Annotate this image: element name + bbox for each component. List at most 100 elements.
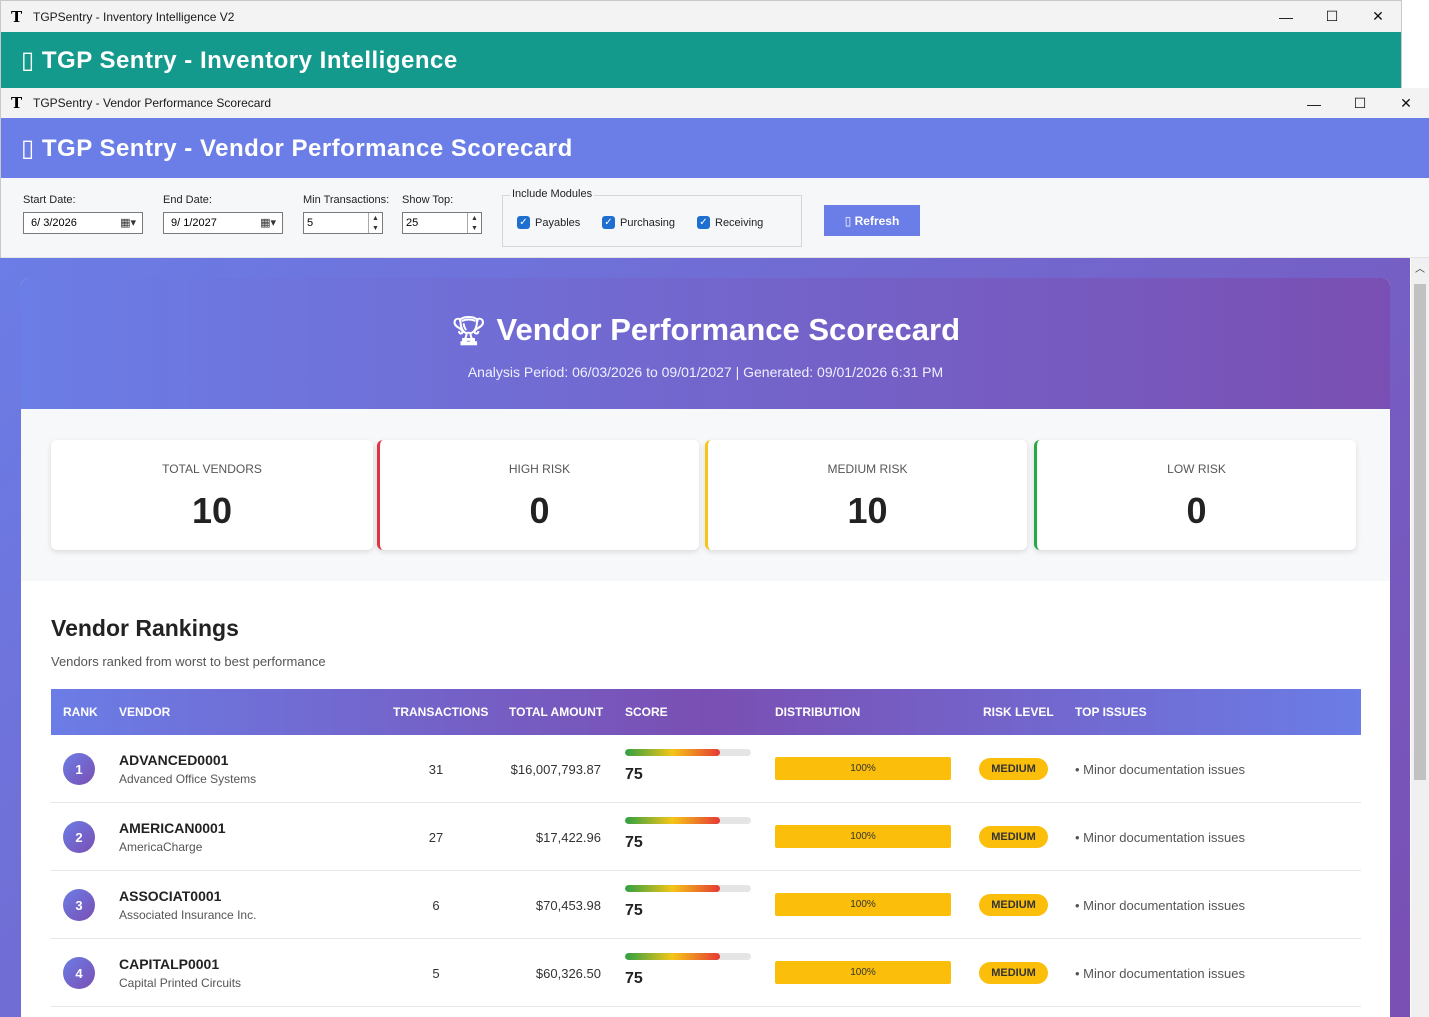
back-maximize-button[interactable]: ☐	[1309, 1, 1355, 32]
minimize-button[interactable]: —	[1291, 88, 1337, 119]
front-titlebar[interactable]: T TGPSentry - Vendor Performance Scoreca…	[1, 88, 1429, 118]
end-date-label: End Date:	[163, 194, 212, 206]
start-date-group: Start Date: 6/ 3/2026 ▦▾	[23, 194, 143, 234]
back-header-title: ▯ TGP Sentry - Inventory Intelligence	[21, 47, 458, 74]
stat-value: 0	[1186, 490, 1207, 531]
total-amount-value: $17,422.96	[535, 830, 601, 845]
show-top-input[interactable]: 25 ▲ ▼	[402, 212, 482, 234]
rankings-subtitle: Vendors ranked from worst to best perfor…	[51, 654, 326, 669]
vendor-rankings-section: Vendor Rankings Vendors ranked from wors…	[21, 581, 1390, 1007]
vertical-scrollbar[interactable]: ︿	[1411, 258, 1429, 1017]
score-value: 75	[625, 834, 643, 851]
risk-level-badge: MEDIUM	[979, 962, 1048, 984]
spinner-arrows-icon[interactable]: ▲ ▼	[368, 213, 382, 233]
stat-low-risk: Low Risk 0	[1034, 440, 1356, 550]
include-modules-group: Include Modules ✓ Payables ✓ Purchasing …	[502, 188, 802, 247]
maximize-button[interactable]: ☐	[1337, 88, 1383, 119]
back-header-banner: ▯ TGP Sentry - Inventory Intelligence	[1, 32, 1401, 89]
total-amount-value: $16,007,793.87	[510, 762, 601, 777]
score-cell: 75	[625, 749, 751, 784]
app-logo-icon: T	[11, 7, 23, 26]
score-value: 75	[625, 902, 643, 919]
stat-label: Total Vendors	[162, 462, 262, 476]
total-amount-value: $60,326.50	[535, 966, 601, 981]
vendor-name: Associated Insurance Inc.	[119, 908, 257, 922]
top-issue: • Minor documentation issues	[1075, 966, 1246, 981]
vendor-name: AmericaCharge	[119, 840, 203, 854]
col-transactions: Transactions	[393, 705, 489, 719]
back-titlebar[interactable]: T TGPSentry - Inventory Intelligence V2 …	[1, 1, 1401, 32]
vendor-name: Capital Printed Circuits	[119, 976, 242, 990]
min-transactions-input[interactable]: 5 ▲ ▼	[303, 212, 383, 234]
show-top-value: 25	[406, 217, 419, 229]
min-transactions-value: 5	[307, 217, 314, 229]
min-transactions-group: Min Transactions: 5 ▲ ▼	[303, 194, 389, 234]
purchasing-checkbox[interactable]: ✓ Purchasing	[602, 216, 675, 229]
risk-level-badge: MEDIUM	[979, 758, 1048, 780]
refresh-button[interactable]: ▯ Refresh	[824, 205, 920, 236]
table-row[interactable]: 3 ASSOCIAT0001 Associated Insurance Inc. 6 $…	[51, 871, 1361, 939]
calendar-dropdown-icon[interactable]: ▦▾	[260, 216, 276, 229]
receiving-label: Receiving	[715, 216, 764, 229]
summary-stats: Total Vendors 10 High Risk 0 Medium Risk…	[21, 409, 1390, 581]
score-bar-fill	[625, 817, 720, 824]
start-date-label: Start Date:	[23, 194, 76, 206]
score-bar-fill	[625, 953, 720, 960]
back-close-button[interactable]: ✕	[1355, 1, 1401, 32]
receiving-checkbox[interactable]: ✓ Receiving	[697, 216, 763, 229]
stat-value: 10	[847, 490, 888, 531]
table-row[interactable]: 1 ADVANCED0001 Advanced Office Systems 31 $1…	[51, 735, 1361, 803]
col-vendor: Vendor	[119, 705, 171, 719]
score-cell: 75	[625, 885, 751, 920]
app-logo-icon: T	[11, 94, 23, 112]
distribution-bar: 100%	[775, 757, 951, 780]
rank-badge: 2	[63, 821, 95, 853]
scrollbar-thumb[interactable]	[1414, 284, 1426, 780]
scroll-up-icon[interactable]: ︿	[1411, 258, 1429, 276]
report-hero: 🏆︎ Vendor Performance Scorecard Analysis…	[21, 278, 1390, 409]
end-date-picker[interactable]: 9/ 1/2027 ▦▾	[163, 212, 283, 234]
col-total-amount: Total Amount	[509, 705, 604, 719]
col-rank: Rank	[63, 705, 98, 719]
trophy-icon: 🏆︎	[450, 314, 487, 346]
top-issue: • Minor documentation issues	[1075, 898, 1246, 913]
col-top-issues: Top Issues	[1075, 705, 1147, 719]
rank-badge: 1	[63, 753, 95, 785]
distribution-bar: 100%	[775, 961, 951, 984]
table-row[interactable]: 2 AMERICAN0001 AmericaCharge 27 $17,422.96 75…	[51, 803, 1361, 871]
stat-high-risk: High Risk 0	[377, 440, 699, 550]
rankings-table: Rank Vendor Transactions Total Amount Sc…	[51, 689, 1361, 1007]
rank-badge: 4	[63, 957, 95, 989]
rankings-title: Vendor Rankings	[51, 615, 239, 641]
stat-value: 0	[529, 490, 550, 531]
table-body: 1 ADVANCED0001 Advanced Office Systems 31 $1…	[51, 735, 1361, 1007]
score-cell: 75	[625, 953, 751, 988]
back-window-title: TGPSentry - Inventory Intelligence V2	[33, 9, 235, 24]
risk-level-badge: MEDIUM	[979, 894, 1048, 916]
total-amount-value: $70,453.98	[535, 898, 601, 913]
show-top-label: Show Top:	[402, 194, 454, 206]
report-subtitle: Analysis Period: 06/03/2026 to 09/01/202…	[467, 364, 944, 380]
transactions-value: 6	[432, 898, 440, 913]
include-modules-label: Include Modules	[510, 188, 595, 200]
close-button[interactable]: ✕	[1383, 88, 1429, 119]
vendor-name: Advanced Office Systems	[119, 772, 257, 786]
back-minimize-button[interactable]: —	[1263, 1, 1309, 32]
start-date-picker[interactable]: 6/ 3/2026 ▦▾	[23, 212, 143, 234]
transactions-value: 27	[428, 830, 444, 845]
payables-checkbox[interactable]: ✓ Payables	[517, 216, 580, 229]
distribution-bar: 100%	[775, 825, 951, 848]
stat-medium-risk: Medium Risk 10	[705, 440, 1027, 550]
payables-label: Payables	[535, 216, 581, 229]
rank-badge: 3	[63, 889, 95, 921]
spinner-arrows-icon[interactable]: ▲ ▼	[467, 213, 481, 233]
table-row[interactable]: 4 CAPITALP0001 Capital Printed Circuits 5 $6…	[51, 939, 1361, 1007]
risk-level-badge: MEDIUM	[979, 826, 1048, 848]
min-transactions-label: Min Transactions:	[303, 194, 390, 206]
stat-label: High Risk	[508, 462, 571, 476]
calendar-dropdown-icon[interactable]: ▦▾	[120, 216, 136, 229]
front-header-title: ▯ TGP Sentry - Vendor Performance Scorec…	[21, 134, 573, 162]
report-viewer[interactable]: 🏆︎ Vendor Performance Scorecard Analysis…	[0, 258, 1410, 1017]
transactions-value: 5	[432, 966, 440, 981]
vendor-code: ASSOCIAT0001	[119, 888, 222, 904]
